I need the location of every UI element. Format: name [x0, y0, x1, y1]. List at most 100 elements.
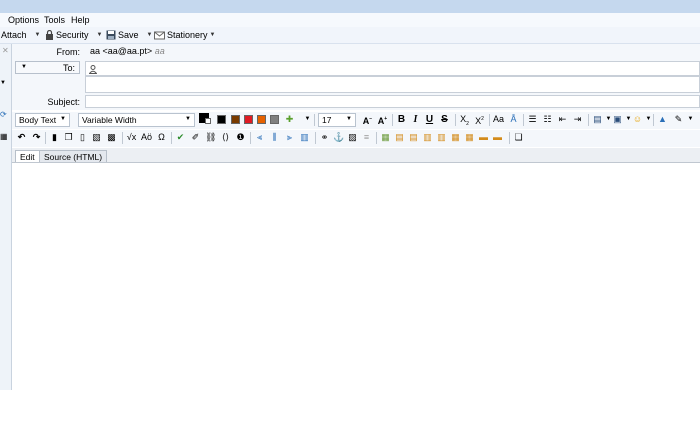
font-size-value: 17 [322, 115, 332, 125]
separator [314, 114, 315, 126]
to-field-extra-row[interactable] [85, 76, 700, 93]
from-label: From: [56, 47, 81, 57]
eraser-icon[interactable]: ✐ [190, 132, 201, 143]
math-icon[interactable]: √x [126, 132, 137, 143]
horizontal-rule-icon[interactable]: ≡ [361, 132, 372, 143]
chevron-down-icon[interactable]: ▼ [35, 32, 41, 38]
subject-input[interactable] [85, 95, 700, 108]
decrease-font-icon[interactable]: A− [362, 114, 373, 126]
window-titlebar [0, 0, 700, 13]
from-identity[interactable]: aa <aa@aa.pt> aa [90, 46, 165, 56]
font-select[interactable]: Variable Width ▼ [78, 113, 195, 127]
align-icon[interactable]: ▤ [592, 114, 603, 125]
omega-icon[interactable]: Ω [156, 132, 167, 143]
special-chars-icon[interactable]: Aö [141, 132, 152, 143]
table-insert-icon[interactable]: ▦ [380, 132, 391, 143]
table-column-icon[interactable]: ▥ [422, 132, 433, 143]
table-merge-icon[interactable]: ▬ [478, 132, 489, 143]
code-icon[interactable]: ⟨⟩ [220, 132, 231, 143]
font-value: Variable Width [82, 115, 137, 125]
increase-font-icon[interactable]: A+ [377, 114, 388, 126]
close-icon[interactable]: ✕ [2, 46, 9, 55]
separator [455, 114, 456, 126]
copy-icon[interactable]: ❐ [63, 132, 74, 143]
menu-options[interactable]: Options [8, 15, 39, 25]
table-delete-row-icon[interactable]: ▦ [450, 132, 461, 143]
undo-icon[interactable]: ↶ [16, 132, 27, 143]
subscript-icon[interactable]: X2 [459, 114, 470, 127]
window-icon[interactable]: ❏ [513, 132, 524, 143]
recipient-type-select[interactable]: ▼ To: [15, 61, 80, 74]
refresh-icon[interactable]: ⟳ [0, 110, 7, 119]
color-swatch-orange[interactable] [257, 115, 266, 124]
background-color-swatch[interactable] [205, 118, 211, 124]
bold-icon[interactable]: B [396, 114, 407, 125]
image-icon[interactable]: ▨ [347, 132, 358, 143]
separator [376, 132, 377, 144]
bullet-list-icon[interactable]: ☰ [527, 114, 538, 125]
info-icon[interactable]: ❶ [235, 132, 246, 143]
chevron-down-icon[interactable]: ▼ [302, 114, 313, 125]
align-right-icon[interactable]: ⫸ [284, 132, 295, 143]
triangle-up-icon[interactable]: ▲ [657, 114, 668, 125]
case-icon[interactable]: Aa [493, 114, 504, 125]
stationery-button[interactable]: Stationery ▼ [154, 30, 215, 40]
justify-icon[interactable]: ▥ [299, 132, 310, 143]
color-swatch-brown[interactable] [231, 115, 240, 124]
table-row-below-icon[interactable]: ▤ [408, 132, 419, 143]
numbered-list-icon[interactable]: ☷ [542, 114, 553, 125]
grid-icon[interactable]: ▦ [0, 132, 8, 141]
align-left-icon[interactable]: ⫷ [254, 132, 265, 143]
cut-icon[interactable]: ▮ [49, 132, 60, 143]
separator [45, 132, 46, 144]
indent-icon[interactable]: ⇥ [572, 114, 583, 125]
superscript-icon[interactable]: X2 [474, 114, 485, 126]
security-button[interactable]: Security ▼ [45, 30, 102, 40]
separator [122, 132, 123, 144]
font-size-select[interactable]: 17 ▼ [318, 113, 356, 127]
align-center-icon[interactable]: ⫼ [269, 132, 280, 143]
table-column-right-icon[interactable]: ▥ [436, 132, 447, 143]
smiley-icon[interactable]: ☺ [632, 114, 643, 125]
pencil-icon[interactable]: ✎ [673, 114, 684, 125]
message-body-editor[interactable] [12, 163, 700, 390]
strikethrough-icon[interactable]: S [439, 114, 450, 125]
to-field[interactable] [85, 61, 700, 76]
chevron-down-icon[interactable]: ▼ [685, 114, 696, 125]
table-delete-column-icon[interactable]: ▦ [464, 132, 475, 143]
paragraph-style-select[interactable]: Body Text ▼ [15, 113, 70, 127]
redo-icon[interactable]: ↷ [31, 132, 42, 143]
color-swatch-black[interactable] [217, 115, 226, 124]
save-label: Save [118, 30, 139, 40]
chevron-down-icon[interactable]: ▼ [0, 80, 6, 86]
subject-label: Subject: [47, 97, 80, 107]
chevron-down-icon[interactable]: ▼ [97, 32, 103, 38]
save-button[interactable]: Save ▼ [106, 30, 152, 40]
tab-source-html[interactable]: Source (HTML) [39, 150, 108, 162]
color-swatch-red[interactable] [244, 115, 253, 124]
check-icon[interactable]: ✔ [175, 132, 186, 143]
separator [489, 114, 490, 126]
find-icon[interactable]: ▧ [91, 132, 102, 143]
underline-icon[interactable]: U [424, 114, 435, 125]
menu-help[interactable]: Help [71, 15, 90, 25]
menu-tools[interactable]: Tools [44, 15, 65, 25]
anchor-icon[interactable]: ⚓ [333, 132, 344, 143]
print-icon[interactable]: ▩ [106, 132, 117, 143]
spellcheck-icon[interactable]: Å [508, 114, 519, 125]
color-picker-icon[interactable]: ✚ [284, 114, 295, 125]
paste-icon[interactable]: ▯ [77, 132, 88, 143]
attach-button[interactable]: Attach ▼ [1, 30, 40, 40]
unlink-icon[interactable]: ⛓ [205, 132, 216, 143]
paragraph-style-value: Body Text [19, 115, 57, 125]
compose-toolbar: Attach ▼ Security ▼ Save ▼ Stationery ▼ [0, 27, 700, 44]
chevron-down-icon[interactable]: ▼ [147, 32, 153, 38]
color-swatch-gray[interactable] [270, 115, 279, 124]
tab-edit[interactable]: Edit [15, 150, 40, 162]
link-icon[interactable]: ⚭ [319, 132, 330, 143]
insert-object-icon[interactable]: ▣ [612, 114, 623, 125]
table-split-icon[interactable]: ▬ [492, 132, 503, 143]
outdent-icon[interactable]: ⇤ [557, 114, 568, 125]
table-row-above-icon[interactable]: ▤ [394, 132, 405, 143]
italic-icon[interactable]: I [410, 114, 421, 125]
